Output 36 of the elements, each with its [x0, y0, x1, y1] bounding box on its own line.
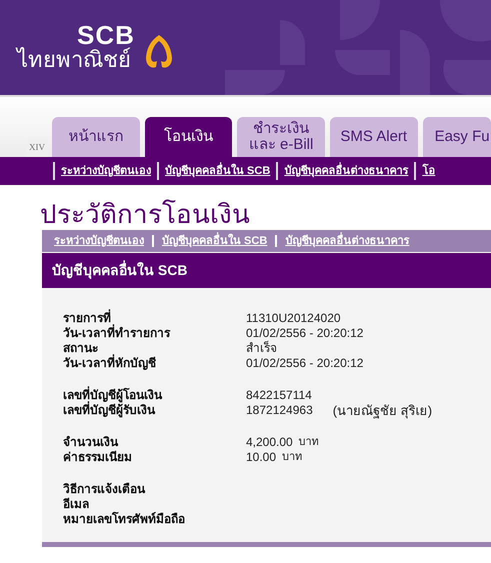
brand-name: SCB: [77, 22, 135, 48]
nav-tab[interactable]: โอนเงิน: [144, 117, 232, 157]
page-title: ประวัติการโอนเงิน: [40, 199, 251, 230]
field-label: วัน-เวลาที่หักบัญชี: [63, 356, 157, 372]
subnav-link[interactable]: ระหว่างบัญชีตนเอง: [54, 235, 154, 248]
field-value: 1872124963: [246, 403, 313, 418]
field-label: เลขที่บัญชีผู้รับเงิน: [63, 403, 156, 418]
field-value: 01/02/2556 - 20:20:12: [246, 356, 364, 372]
field-label: วิธีการแจ้งเตือน: [63, 482, 146, 498]
field-value: 11310U20124020: [246, 311, 341, 326]
nav-tab[interactable]: หน้าแรก: [52, 117, 140, 157]
field-label: เลขที่บัญชีผู้โอนเงิน: [63, 388, 164, 402]
submenu-link[interactable]: โอ: [414, 162, 442, 180]
field-label: อีเมล: [63, 497, 90, 512]
field-value: สำเร็จ: [246, 341, 277, 356]
nav-tab[interactable]: Easy Fu: [422, 117, 491, 157]
section-title: บัญชีบุคคลอื่นใน SCB: [52, 260, 188, 281]
nav-tab[interactable]: ชำระเงิน และ e-Bill: [237, 117, 325, 157]
field-label: หมายเลขโทรศัพท์มือถือ: [63, 512, 186, 528]
field-value: 01/02/2556 - 20:20:12: [246, 326, 364, 340]
account-holder-name: (นายณัฐชัย สุริเย): [332, 403, 432, 418]
field-value: 10.00: [246, 450, 276, 466]
brand-subtitle: ไทยพาณิชย์: [17, 48, 132, 72]
unit-label: บาท: [298, 435, 319, 450]
unit-label: บาท: [282, 450, 302, 466]
submenu-link[interactable]: ระหว่างบัญชีตนเอง: [53, 162, 157, 180]
field-label: วัน-เวลาที่ทำรายการ: [63, 326, 172, 342]
submenu-link[interactable]: บัญชีบุคคลอื่นใน SCB: [157, 162, 276, 180]
field-label: สถานะ: [63, 341, 98, 356]
field-value: 4,200.00: [246, 435, 293, 450]
field-label: ค่าธรรมเนียม: [63, 450, 133, 466]
field-label: จำนวนเงิน: [63, 435, 120, 450]
submenu-link[interactable]: บัญชีบุคคลอื่นต่างธนาคาร: [276, 162, 414, 180]
field-value: 8422157114: [246, 388, 312, 404]
field-label: รายการที่: [63, 311, 111, 326]
nav-tab[interactable]: SMS Alert: [330, 117, 418, 157]
